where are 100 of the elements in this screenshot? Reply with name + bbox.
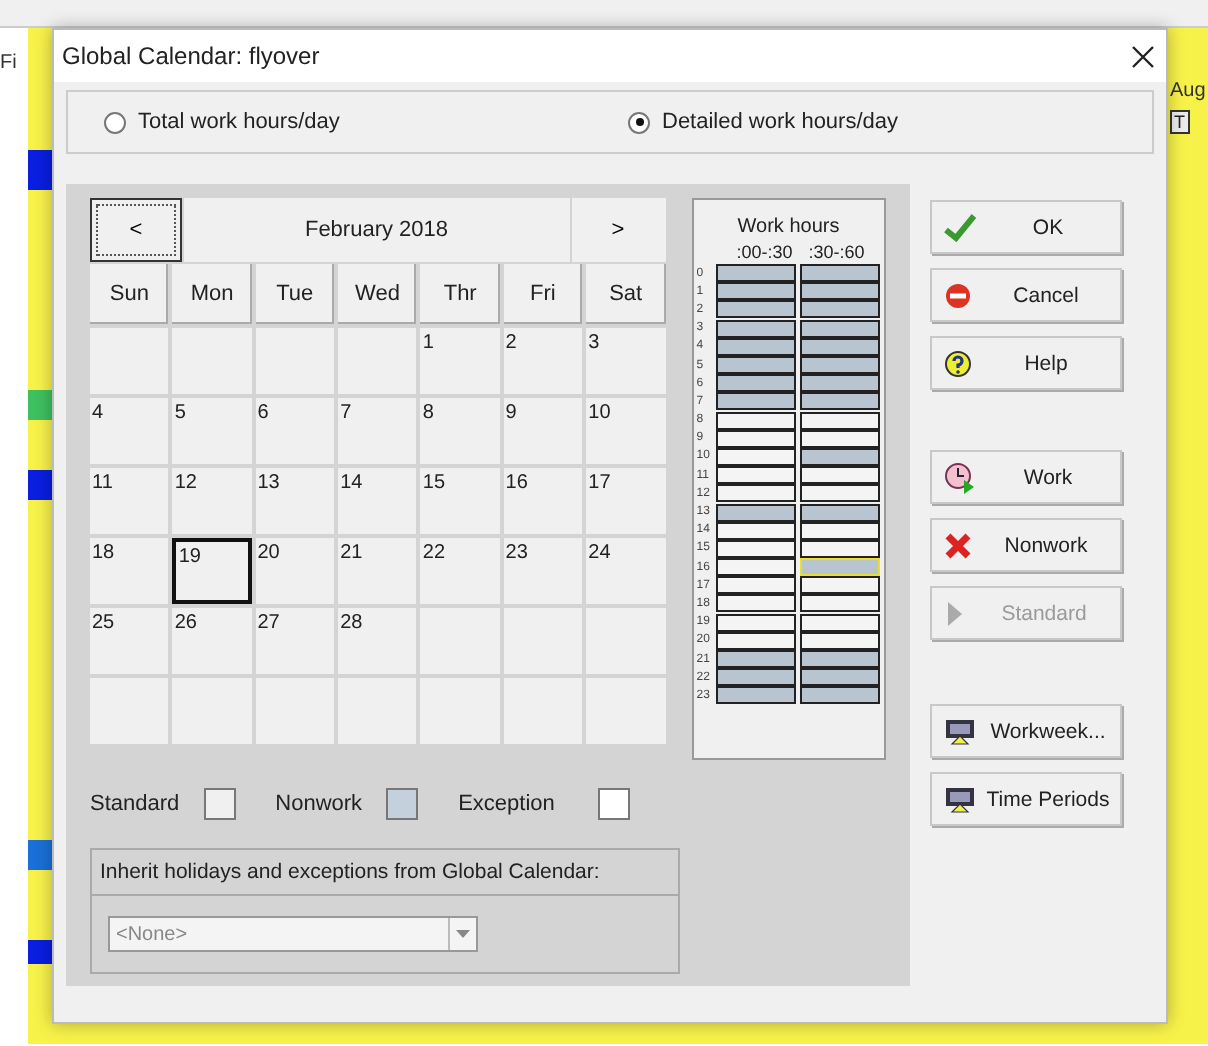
day-cell[interactable]: 15: [420, 468, 500, 534]
time-slot[interactable]: [716, 392, 797, 411]
time-slot[interactable]: [800, 319, 881, 338]
time-slot[interactable]: [800, 686, 881, 705]
dialog-button[interactable]: Workweek...: [930, 704, 1122, 758]
radio-option[interactable]: Detailed work hours/day: [628, 110, 1152, 134]
dialog-button[interactable]: Nonwork: [930, 518, 1122, 572]
day-cell[interactable]: 8: [420, 398, 500, 464]
time-slot[interactable]: [716, 264, 797, 283]
time-slot[interactable]: [716, 356, 797, 375]
time-slot[interactable]: [800, 374, 881, 393]
day-cell[interactable]: 21: [338, 538, 417, 604]
day-cell[interactable]: 18: [90, 538, 169, 604]
day-cell[interactable]: 1: [420, 328, 500, 394]
time-slot[interactable]: [716, 374, 797, 393]
day-cell[interactable]: [503, 678, 583, 744]
day-cell[interactable]: 24: [586, 538, 665, 604]
day-cell[interactable]: 3: [586, 328, 665, 394]
day-cell[interactable]: 9: [503, 398, 583, 464]
time-slot[interactable]: [716, 594, 797, 613]
time-slot[interactable]: [716, 686, 797, 705]
day-cell[interactable]: 17: [586, 468, 665, 534]
time-slot[interactable]: [800, 613, 881, 632]
column-header: :00-:30: [736, 242, 793, 262]
dialog-button[interactable]: Work: [930, 450, 1122, 504]
time-slot[interactable]: [800, 264, 881, 283]
time-slot[interactable]: [716, 282, 797, 301]
day-cell[interactable]: 19: [172, 538, 252, 604]
day-cell[interactable]: [586, 678, 665, 744]
close-icon[interactable]: [1132, 45, 1154, 67]
day-cell[interactable]: 16: [503, 468, 583, 534]
weekday-header: Mon: [172, 264, 252, 324]
time-slot[interactable]: [716, 411, 797, 430]
time-slot[interactable]: [800, 282, 881, 301]
time-slot[interactable]: [800, 300, 881, 319]
time-slot[interactable]: [716, 484, 797, 503]
question-icon: [944, 349, 972, 377]
previous-month-button[interactable]: <: [90, 198, 182, 262]
next-month-button[interactable]: >: [571, 198, 665, 262]
day-cell[interactable]: [172, 678, 252, 744]
time-slot[interactable]: [800, 650, 881, 669]
time-slot[interactable]: [800, 503, 881, 522]
time-slot[interactable]: [800, 668, 881, 687]
day-cell[interactable]: [503, 608, 583, 674]
time-slot[interactable]: [716, 503, 797, 522]
time-slot[interactable]: [800, 466, 881, 485]
day-cell[interactable]: 20: [255, 538, 335, 604]
time-slot[interactable]: [800, 411, 881, 430]
day-cell[interactable]: 7: [338, 398, 417, 464]
day-cell[interactable]: 2: [503, 328, 583, 394]
day-cell[interactable]: [420, 678, 500, 744]
dialog-button[interactable]: Cancel: [930, 268, 1122, 322]
time-slot[interactable]: [800, 594, 881, 613]
day-cell[interactable]: [420, 608, 500, 674]
time-slot[interactable]: [800, 356, 881, 375]
day-cell[interactable]: 28: [338, 608, 417, 674]
day-cell[interactable]: [586, 608, 665, 674]
day-cell[interactable]: 26: [172, 608, 252, 674]
dialog-button[interactable]: OK: [930, 200, 1122, 254]
legend-swatch: [386, 788, 419, 820]
day-cell[interactable]: [172, 328, 252, 394]
prohibited-icon: [944, 281, 972, 309]
day-cell[interactable]: [338, 328, 417, 394]
time-slot[interactable]: [716, 558, 797, 577]
time-slot[interactable]: [716, 466, 797, 485]
legend-swatch: [203, 788, 236, 820]
day-cell[interactable]: [255, 678, 335, 744]
time-slot[interactable]: [716, 613, 797, 632]
dialog-button[interactable]: Time Periods: [930, 772, 1122, 826]
time-slot[interactable]: [716, 576, 797, 595]
radio-option[interactable]: Total work hours/day: [104, 110, 628, 134]
day-cell[interactable]: 4: [90, 398, 169, 464]
day-cell[interactable]: 22: [420, 538, 500, 604]
dropdown-arrow-icon: [448, 918, 476, 950]
cross-icon: [944, 531, 972, 559]
day-cell[interactable]: 5: [172, 398, 252, 464]
day-cell[interactable]: [90, 328, 169, 394]
day-cell[interactable]: [255, 328, 335, 394]
time-slot[interactable]: [716, 300, 797, 319]
weekday-header: Sun: [90, 264, 169, 324]
time-slot[interactable]: [716, 650, 797, 669]
time-slot[interactable]: [716, 319, 797, 338]
dialog-button[interactable]: Help: [930, 336, 1122, 390]
panel-title: Work hours: [737, 216, 840, 238]
day-cell[interactable]: 10: [586, 398, 665, 464]
day-cell[interactable]: 6: [255, 398, 335, 464]
day-cell[interactable]: [90, 678, 169, 744]
time-slot[interactable]: [716, 668, 797, 687]
day-cell[interactable]: 14: [338, 468, 417, 534]
time-slot[interactable]: [800, 484, 881, 503]
day-cell[interactable]: 12: [172, 468, 252, 534]
day-cell[interactable]: 11: [90, 468, 169, 534]
timeline-bar: [28, 150, 52, 190]
time-slot[interactable]: [800, 576, 881, 595]
time-slot[interactable]: [800, 392, 881, 411]
day-cell[interactable]: 13: [255, 468, 335, 534]
day-cell[interactable]: 23: [503, 538, 583, 604]
day-cell[interactable]: 27: [255, 608, 335, 674]
day-cell[interactable]: 25: [90, 608, 169, 674]
day-cell[interactable]: [338, 678, 417, 744]
